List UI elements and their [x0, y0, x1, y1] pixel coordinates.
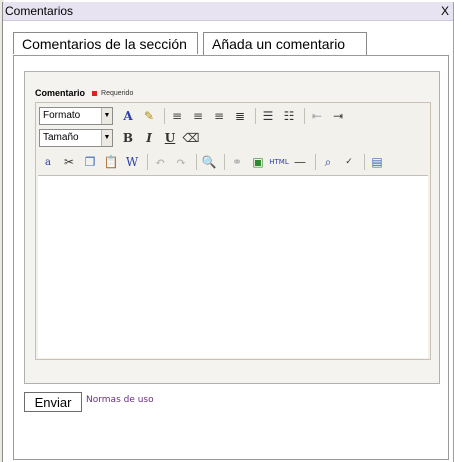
find-replace-icon[interactable]: 🔍 — [200, 153, 218, 171]
rich-text-editor: Formato ▼ A ✎ ≡ ≡ ≡ ≣ ☰ ☷ ⇤ ⇥ Tamaño ▼ B… — [35, 102, 431, 360]
indent-icon[interactable]: ⇥ — [329, 107, 347, 125]
undo-icon[interactable]: ↶ — [151, 153, 169, 171]
bullet-list-icon[interactable]: ☰ — [259, 107, 277, 125]
comment-form: Comentario Requerido Formato ▼ A ✎ ≡ ≡ ≡… — [24, 71, 440, 384]
spellcheck-icon[interactable]: ✓ — [340, 153, 358, 171]
toolbar-row-3: a ✂ ❐ 📋 W ↶ ↷ 🔍 ⚭ ▣ HTML — ⌕ ✓ ▤ — [39, 151, 389, 173]
highlight-icon[interactable]: ✎ — [140, 107, 158, 125]
tab-comments[interactable]: Comentarios de la sección — [13, 32, 198, 54]
outdent-icon[interactable]: ⇤ — [308, 107, 326, 125]
separator — [147, 154, 148, 170]
chevron-down-icon: ▼ — [101, 130, 112, 146]
format-select[interactable]: Formato ▼ — [39, 107, 113, 125]
binoculars-icon[interactable]: ⌕ — [319, 153, 337, 171]
required-text: Requerido — [101, 90, 134, 98]
italic-icon[interactable]: I — [140, 129, 158, 147]
link-icon[interactable]: ⚭ — [228, 153, 246, 171]
select-all-icon[interactable]: a — [39, 153, 57, 171]
required-marker — [91, 91, 97, 97]
tab-add-comment[interactable]: Añada un comentario — [203, 32, 367, 55]
html-icon[interactable]: HTML — [269, 153, 288, 171]
separator — [255, 108, 256, 124]
window-title: Comentarios — [5, 4, 74, 18]
separator — [224, 154, 225, 170]
separator — [315, 154, 316, 170]
align-justify-icon[interactable]: ≣ — [231, 107, 249, 125]
text-color-icon[interactable]: A — [119, 107, 137, 125]
horizontal-rule-icon[interactable]: — — [291, 153, 309, 171]
editor-content-area[interactable] — [38, 175, 428, 358]
paste-word-icon[interactable]: W — [123, 153, 141, 171]
image-icon[interactable]: ▣ — [249, 153, 267, 171]
numbered-list-icon[interactable]: ☷ — [280, 107, 298, 125]
size-select[interactable]: Tamaño ▼ — [39, 129, 113, 147]
underline-icon[interactable]: U — [161, 129, 179, 147]
separator — [164, 108, 165, 124]
field-label-row: Comentario Requerido — [35, 88, 133, 98]
format-select-value: Formato — [43, 110, 81, 121]
redo-icon[interactable]: ↷ — [172, 153, 190, 171]
submit-button[interactable]: Enviar — [24, 392, 82, 412]
terms-link[interactable]: Normas de uso — [86, 395, 154, 405]
cut-icon[interactable]: ✂ — [60, 153, 78, 171]
chevron-down-icon: ▼ — [101, 108, 112, 124]
copy-icon[interactable]: ❐ — [81, 153, 99, 171]
tab-panel: Comentario Requerido Formato ▼ A ✎ ≡ ≡ ≡… — [13, 55, 449, 460]
source-icon[interactable]: ▤ — [368, 153, 386, 171]
paste-icon[interactable]: 📋 — [102, 153, 120, 171]
bold-icon[interactable]: B — [119, 129, 137, 147]
separator — [364, 154, 365, 170]
comment-label: Comentario — [35, 88, 86, 98]
toolbar-row-2: Tamaño ▼ B I U ⌫ — [39, 127, 203, 149]
align-left-icon[interactable]: ≡ — [168, 107, 186, 125]
comments-dialog: Comentarios X Comentarios de la sección … — [2, 2, 454, 462]
toolbar-row-1: Formato ▼ A ✎ ≡ ≡ ≡ ≣ ☰ ☷ ⇤ ⇥ — [39, 105, 350, 127]
titlebar: Comentarios X — [3, 2, 453, 21]
align-center-icon[interactable]: ≡ — [189, 107, 207, 125]
eraser-icon[interactable]: ⌫ — [182, 129, 200, 147]
size-select-value: Tamaño — [43, 132, 79, 143]
align-right-icon[interactable]: ≡ — [210, 107, 228, 125]
close-button[interactable]: X — [441, 4, 449, 18]
separator — [196, 154, 197, 170]
separator — [304, 108, 305, 124]
